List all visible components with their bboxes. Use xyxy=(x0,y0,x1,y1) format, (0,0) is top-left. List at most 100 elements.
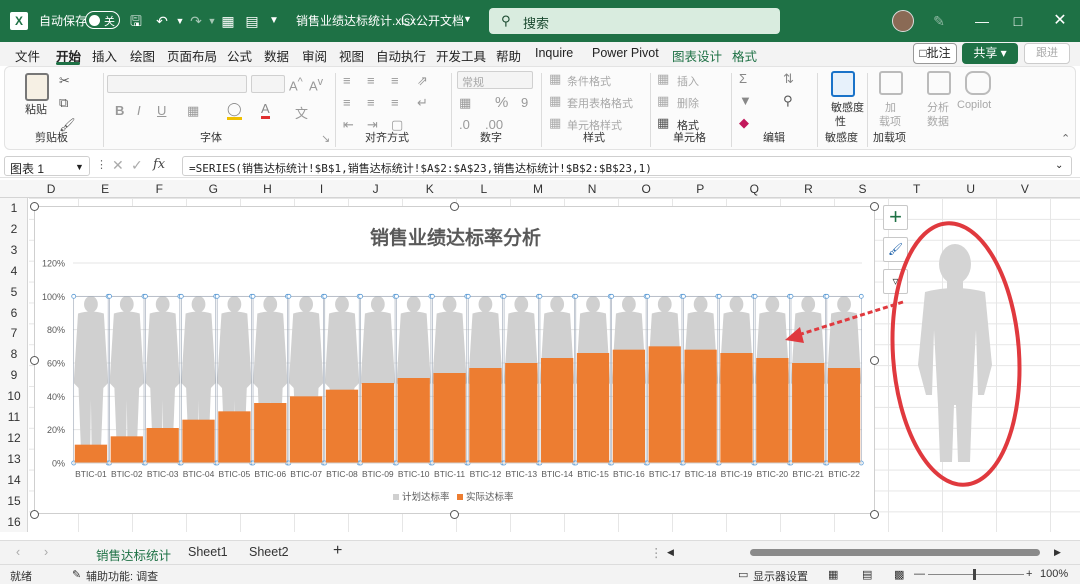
cancel-icon[interactable]: ✕ xyxy=(112,157,124,174)
chart-styles-button[interactable]: 🖌 xyxy=(883,237,908,262)
share-button[interactable]: 共享 ▾ xyxy=(962,43,1018,64)
insert-cells-icon[interactable]: ▦ xyxy=(657,71,669,87)
currency-icon[interactable]: ▦ xyxy=(459,95,471,111)
fill-icon[interactable]: ▼ xyxy=(739,93,752,108)
resize-handle-n[interactable] xyxy=(450,202,459,211)
insert-function-icon[interactable]: fx xyxy=(153,157,165,172)
row-header-8[interactable]: 8 xyxy=(0,347,28,361)
zoom-level[interactable]: 100% xyxy=(1040,568,1068,580)
accessibility-status[interactable]: 辅助功能: 调查 xyxy=(86,568,158,584)
minimize-icon[interactable]: — xyxy=(970,9,994,33)
zoom-in-icon[interactable]: + xyxy=(1026,568,1032,580)
insert-cells-button[interactable]: 插入 xyxy=(677,73,699,89)
actual-bar[interactable] xyxy=(505,363,538,463)
chart-filters-button[interactable]: ▿ xyxy=(883,269,908,294)
actual-bar[interactable] xyxy=(612,349,646,463)
shrink-font-icon[interactable]: Av xyxy=(309,76,323,93)
border-icon[interactable]: ▦ xyxy=(187,103,199,119)
autosave-toggle[interactable]: 关 xyxy=(85,11,120,29)
grow-font-icon[interactable]: A^ xyxy=(289,76,303,93)
actual-bar[interactable] xyxy=(756,358,789,463)
column-header-g[interactable]: G xyxy=(186,182,240,196)
resize-handle-e[interactable] xyxy=(870,356,879,365)
actual-bar[interactable] xyxy=(289,396,323,463)
column-header-d[interactable]: D xyxy=(24,182,78,196)
actual-bar[interactable] xyxy=(684,349,717,463)
tab-data[interactable]: 数据 xyxy=(264,46,289,65)
avatar[interactable] xyxy=(892,10,914,32)
prev-sheet-icon[interactable]: ‹ xyxy=(16,545,20,559)
tab-split-icon[interactable]: ⋮ xyxy=(650,545,663,560)
actual-bar[interactable] xyxy=(325,389,359,463)
tab-power-pivot[interactable]: Power Pivot xyxy=(592,46,659,60)
row-header-11[interactable]: 11 xyxy=(0,410,28,424)
column-header-p[interactable]: P xyxy=(673,182,727,196)
resize-handle-w[interactable] xyxy=(30,356,39,365)
number-format-dropdown[interactable]: 常规 xyxy=(457,71,533,89)
font-name-dropdown[interactable] xyxy=(107,75,247,93)
align-bottom-icon[interactable]: ≡ xyxy=(391,73,399,88)
tab-formulas[interactable]: 公式 xyxy=(227,46,252,65)
delete-cells-icon[interactable]: ▦ xyxy=(657,93,669,109)
actual-bar[interactable] xyxy=(576,353,610,463)
sharing-state[interactable]: 公开文档 xyxy=(416,12,464,29)
zoom-slider[interactable] xyxy=(928,574,1024,575)
paste-button[interactable]: 粘贴 xyxy=(25,101,47,117)
row-header-12[interactable]: 12 xyxy=(0,431,28,445)
sheet-tab-sheet2[interactable]: Sheet2 xyxy=(249,545,289,559)
scroll-right-icon[interactable]: ▶ xyxy=(1054,547,1061,558)
column-header-n[interactable]: N xyxy=(565,182,619,196)
column-header-s[interactable]: S xyxy=(836,182,890,196)
zoom-out-icon[interactable]: — xyxy=(914,568,925,580)
resize-handle-s[interactable] xyxy=(450,510,459,519)
align-top-icon[interactable]: ≡ xyxy=(343,73,351,88)
column-header-f[interactable]: F xyxy=(132,182,186,196)
delete-cells-button[interactable]: 删除 xyxy=(677,95,699,111)
align-middle-icon[interactable]: ≡ xyxy=(367,73,375,88)
zoom-slider-thumb[interactable] xyxy=(973,569,976,580)
actual-bar[interactable] xyxy=(720,353,753,463)
close-icon[interactable]: ✕ xyxy=(1048,9,1072,33)
comma-icon[interactable]: 9 xyxy=(521,95,528,110)
tab-page-layout[interactable]: 页面布局 xyxy=(167,46,217,65)
tab-inquire[interactable]: Inquire xyxy=(535,46,573,60)
sensitivity-icon[interactable] xyxy=(831,71,855,97)
column-header-r[interactable]: R xyxy=(781,182,835,196)
sort-filter-icon[interactable]: ⇅ xyxy=(783,71,794,87)
row-header-7[interactable]: 7 xyxy=(0,326,28,340)
orientation-icon[interactable]: ⇗ xyxy=(417,73,428,89)
actual-bar[interactable] xyxy=(74,444,108,463)
tab-insert[interactable]: 插入 xyxy=(92,46,117,65)
row-header-4[interactable]: 4 xyxy=(0,264,28,278)
row-header-10[interactable]: 10 xyxy=(0,389,28,403)
enter-icon[interactable]: ✓ xyxy=(131,157,143,174)
column-header-h[interactable]: H xyxy=(240,182,294,196)
search-box[interactable]: ⚲ 搜索 xyxy=(489,8,780,34)
row-header-13[interactable]: 13 xyxy=(0,452,28,466)
actual-bar[interactable] xyxy=(541,358,574,463)
pen-icon[interactable]: ✎ xyxy=(927,9,951,33)
conditional-format-icon[interactable]: ▦ xyxy=(549,71,561,87)
decrease-indent-icon[interactable]: ⇤ xyxy=(343,117,354,133)
row-header-9[interactable]: 9 xyxy=(0,368,28,382)
column-header-m[interactable]: M xyxy=(511,182,565,196)
cell-styles-icon[interactable]: ▦ xyxy=(549,115,561,131)
format-as-table-icon[interactable]: ▦ xyxy=(549,93,561,109)
column-header-q[interactable]: Q xyxy=(727,182,781,196)
phonetic-icon[interactable]: 文 xyxy=(295,103,308,122)
comments-button[interactable]: □批注 xyxy=(913,43,957,64)
paste-icon[interactable] xyxy=(25,73,49,101)
fill-color-icon[interactable]: ◯ xyxy=(227,101,242,120)
column-header-k[interactable]: K xyxy=(403,182,457,196)
ribbon-collapse-icon[interactable]: ⌃ xyxy=(1061,132,1070,145)
format-cells-icon[interactable]: ▦ xyxy=(657,115,669,131)
tab-view[interactable]: 视图 xyxy=(339,46,364,65)
actual-bar[interactable] xyxy=(827,368,861,463)
find-select-icon[interactable]: ⚲ xyxy=(783,93,793,109)
row-header-5[interactable]: 5 xyxy=(0,285,28,299)
maximize-icon[interactable]: □ xyxy=(1006,9,1030,33)
resize-handle-se[interactable] xyxy=(870,510,879,519)
column-header-o[interactable]: O xyxy=(619,182,673,196)
follow-up-button[interactable]: 跟进 xyxy=(1024,43,1070,64)
horizontal-scrollbar-thumb[interactable] xyxy=(750,549,1040,556)
